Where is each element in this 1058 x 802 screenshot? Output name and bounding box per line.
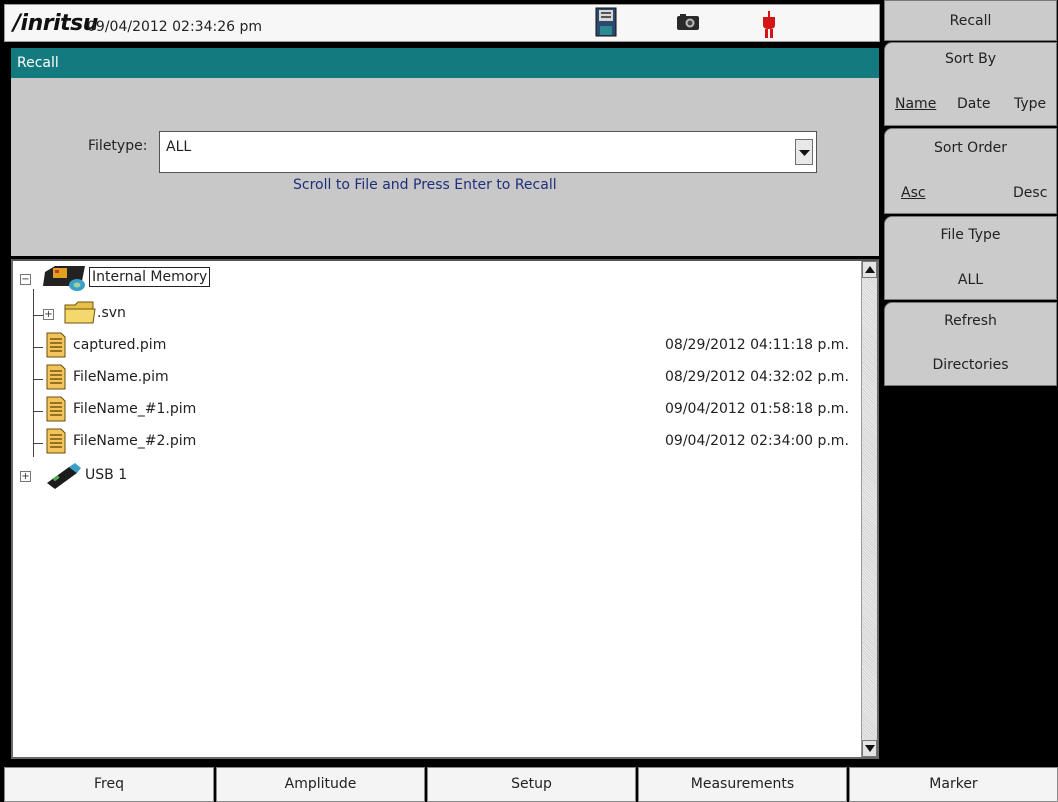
file-date: 08/29/2012 04:11:18 p.m.	[665, 337, 849, 353]
refresh-sub-label: Directories	[932, 357, 1009, 373]
tree-item-file[interactable]: captured.pim 08/29/2012 04:11:18 p.m.	[13, 331, 863, 361]
file-icon	[45, 331, 67, 363]
file-icon	[45, 363, 67, 395]
softkey-panel: Recall Sort By Name Date Type Sort Order…	[884, 0, 1058, 766]
sort-order-softkey[interactable]: Sort Order Asc Desc	[884, 128, 1057, 214]
tree-item-internal-memory[interactable]: − Internal Memory	[13, 263, 863, 293]
amplitude-button[interactable]: Amplitude	[216, 767, 425, 802]
filetype-label: Filetype:	[88, 138, 148, 154]
file-name: FileName_#2.pim	[73, 433, 197, 449]
sort-by-name-option[interactable]: Name	[895, 96, 936, 112]
freq-button[interactable]: Freq	[4, 767, 214, 802]
file-browser: − Internal Memory + .svn captured.pim 08…	[11, 259, 879, 759]
anritsu-logo: /inritsu	[13, 11, 98, 36]
setup-button[interactable]: Setup	[427, 767, 636, 802]
folder-icon	[63, 299, 97, 331]
camera-icon[interactable]	[676, 13, 700, 35]
expand-icon[interactable]: +	[43, 309, 54, 320]
file-name: FileName_#1.pim	[73, 401, 197, 417]
scroll-down-icon[interactable]	[862, 740, 877, 757]
file-date: 08/29/2012 04:32:02 p.m.	[665, 369, 849, 385]
softkey-title: Recall	[884, 0, 1057, 41]
usb-drive-icon	[43, 463, 83, 493]
file-date: 09/04/2012 01:58:18 p.m.	[665, 401, 849, 417]
tree-item-usb[interactable]: + USB 1	[13, 461, 863, 491]
softkey-title-label: Recall	[949, 13, 992, 29]
status-bar: /inritsu 09/04/2012 02:34:26 pm	[4, 4, 880, 42]
save-icon[interactable]	[595, 7, 617, 41]
sort-order-label: Sort Order	[934, 140, 1007, 156]
refresh-directories-softkey[interactable]: Refresh Directories	[884, 302, 1057, 386]
filetype-value: ALL	[166, 139, 192, 155]
memory-card-icon	[41, 264, 89, 298]
expand-icon[interactable]: +	[20, 471, 31, 482]
sort-by-softkey[interactable]: Sort By Name Date Type	[884, 42, 1057, 126]
measurements-button[interactable]: Measurements	[638, 767, 847, 802]
collapse-icon[interactable]: −	[20, 274, 31, 285]
file-type-value: ALL	[957, 272, 984, 288]
recall-header: Recall	[11, 48, 879, 78]
sort-order-asc-option[interactable]: Asc	[901, 185, 926, 201]
recall-hint: Scroll to File and Press Enter to Recall	[293, 177, 557, 193]
file-icon	[45, 395, 67, 427]
sort-by-date-option[interactable]: Date	[957, 96, 990, 112]
sort-order-desc-option[interactable]: Desc	[1013, 185, 1047, 201]
file-date: 09/04/2012 02:34:00 p.m.	[665, 433, 849, 449]
power-plug-icon	[760, 11, 778, 43]
file-name: captured.pim	[73, 337, 167, 353]
scroll-up-icon[interactable]	[862, 261, 877, 278]
filetype-select[interactable]: ALL	[159, 131, 817, 173]
tree-item-file[interactable]: FileName_#1.pim 09/04/2012 01:58:18 p.m.	[13, 395, 863, 425]
file-name: FileName.pim	[73, 369, 169, 385]
marker-button[interactable]: Marker	[849, 767, 1058, 802]
recall-options-panel: Filetype: ALL Scroll to File and Press E…	[11, 78, 879, 256]
tree-item-file[interactable]: FileName_#2.pim 09/04/2012 02:34:00 p.m.	[13, 427, 863, 457]
dropdown-arrow-icon[interactable]	[795, 139, 813, 165]
tree-label-usb: USB 1	[85, 467, 128, 483]
sort-by-type-option[interactable]: Type	[1014, 96, 1046, 112]
bottom-menu-bar: Freq Amplitude Setup Measurements Marker	[4, 767, 1058, 802]
refresh-label: Refresh	[944, 313, 997, 329]
file-type-softkey[interactable]: File Type ALL	[884, 216, 1057, 300]
sort-by-label: Sort By	[944, 51, 997, 67]
file-type-label: File Type	[940, 227, 1001, 243]
tree-item-folder-svn[interactable]: + .svn	[13, 299, 863, 329]
file-icon	[45, 427, 67, 459]
status-datetime: 09/04/2012 02:34:26 pm	[87, 19, 262, 35]
tree-label-root: Internal Memory	[89, 267, 211, 287]
file-browser-scrollbar[interactable]	[861, 261, 877, 757]
tree-item-file[interactable]: FileName.pim 08/29/2012 04:32:02 p.m.	[13, 363, 863, 393]
page-title: Recall	[17, 55, 59, 71]
tree-label-folder: .svn	[97, 305, 126, 321]
